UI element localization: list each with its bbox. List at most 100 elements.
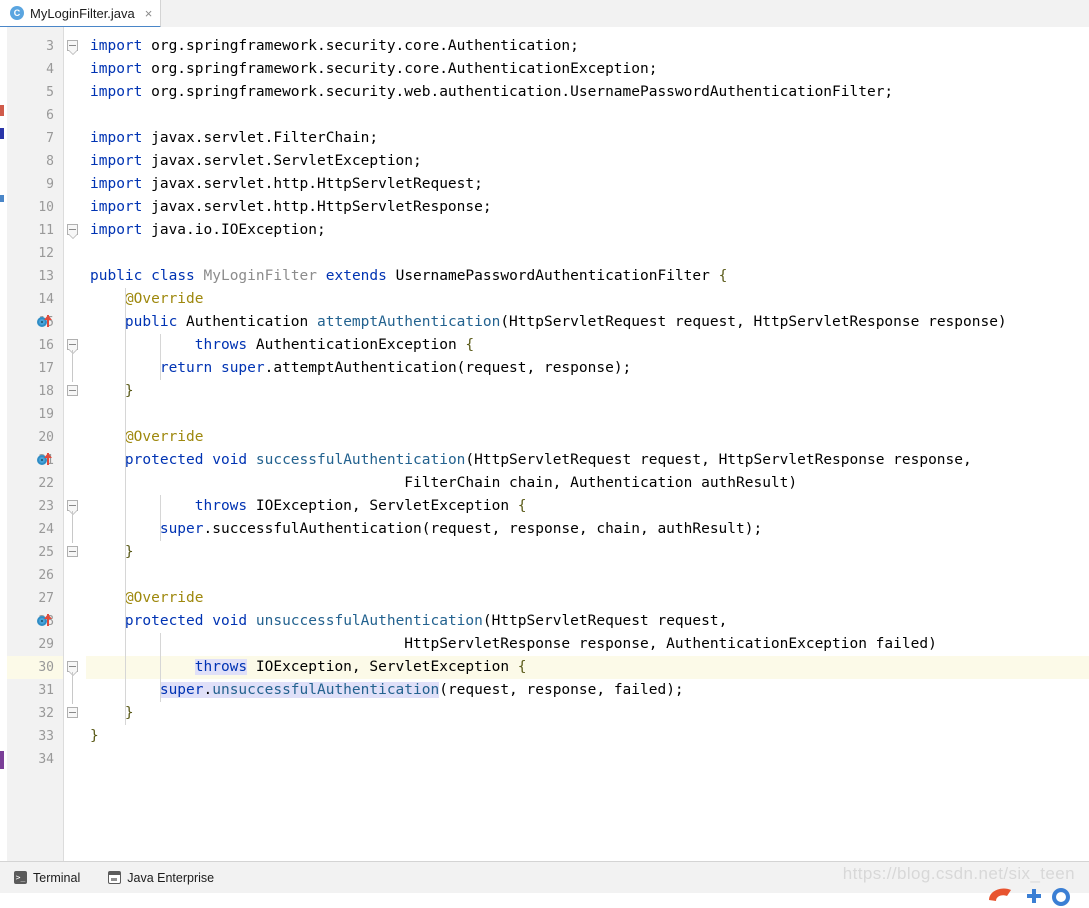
code-line[interactable]: import org.springframework.security.core… bbox=[86, 35, 1089, 58]
code-line[interactable]: protected void unsuccessfulAuthenticatio… bbox=[86, 610, 1089, 633]
code-token: unsuccessfulAuthentication bbox=[255, 613, 483, 629]
code-line[interactable]: } bbox=[86, 380, 1089, 403]
code-token: void bbox=[212, 613, 248, 629]
code-line[interactable]: HttpServletResponse response, Authentica… bbox=[86, 633, 1089, 656]
code-line[interactable]: } bbox=[86, 725, 1089, 748]
code-line[interactable] bbox=[86, 748, 1089, 771]
line-number: 26 bbox=[38, 568, 54, 583]
code-token: { bbox=[517, 659, 527, 675]
code-line[interactable]: import org.springframework.security.web.… bbox=[86, 81, 1089, 104]
code-token: super bbox=[159, 521, 204, 537]
code-line[interactable] bbox=[86, 403, 1089, 426]
fold-start-icon[interactable] bbox=[67, 40, 80, 55]
fold-connector-line bbox=[72, 511, 73, 543]
code-line[interactable]: @Override bbox=[86, 587, 1089, 610]
code-line[interactable]: @Override bbox=[86, 426, 1089, 449]
code-line[interactable]: public Authentication attemptAuthenticat… bbox=[86, 311, 1089, 334]
code-token: } bbox=[124, 383, 134, 399]
code-line[interactable]: import javax.servlet.http.HttpServletReq… bbox=[86, 173, 1089, 196]
line-number: 30 bbox=[7, 656, 63, 679]
code-text-area[interactable]: import org.springframework.security.core… bbox=[86, 27, 1089, 861]
line-number: 18 bbox=[38, 384, 54, 399]
vcs-mark-added-2 bbox=[0, 195, 4, 202]
code-line[interactable]: import javax.servlet.FilterChain; bbox=[86, 127, 1089, 150]
code-line[interactable]: @Override bbox=[86, 288, 1089, 311]
line-number: 34 bbox=[38, 752, 54, 767]
code-line[interactable]: import javax.servlet.ServletException; bbox=[86, 150, 1089, 173]
line-number: 24 bbox=[38, 522, 54, 537]
line-number: 22 bbox=[38, 476, 54, 491]
code-line[interactable] bbox=[86, 242, 1089, 265]
line-number: 20 bbox=[38, 430, 54, 445]
code-token: import bbox=[90, 84, 143, 100]
indent-guide bbox=[159, 334, 161, 380]
class-icon: C bbox=[10, 6, 24, 20]
close-icon[interactable]: × bbox=[145, 7, 153, 20]
fold-start-icon[interactable] bbox=[67, 661, 80, 676]
editor-tab-myloginfilter[interactable]: C MyLoginFilter.java × bbox=[0, 0, 162, 28]
vcs-mark-added bbox=[0, 128, 4, 139]
line-number-gutter[interactable]: 3456789101112131415161718192021222324252… bbox=[7, 27, 64, 861]
vcs-change-strip[interactable] bbox=[0, 27, 7, 861]
code-line[interactable]: } bbox=[86, 702, 1089, 725]
code-line[interactable]: protected void successfulAuthentication(… bbox=[86, 449, 1089, 472]
code-line[interactable] bbox=[86, 104, 1089, 127]
fold-end-icon[interactable] bbox=[67, 385, 80, 398]
code-line[interactable]: public class MyLoginFilter extends Usern… bbox=[86, 265, 1089, 288]
code-line[interactable] bbox=[86, 564, 1089, 587]
code-line[interactable]: super.unsuccessfulAuthentication(request… bbox=[86, 679, 1089, 702]
code-token: import bbox=[90, 176, 143, 192]
code-token: javax.servlet.FilterChain; bbox=[142, 130, 379, 146]
code-line[interactable]: import javax.servlet.http.HttpServletRes… bbox=[86, 196, 1089, 219]
override-method-icon[interactable] bbox=[37, 315, 55, 329]
code-token: IOException, ServletException bbox=[247, 498, 518, 514]
override-method-icon[interactable] bbox=[37, 453, 55, 467]
code-editor[interactable]: 3456789101112131415161718192021222324252… bbox=[0, 27, 1089, 861]
code-line[interactable]: return super.attemptAuthentication(reque… bbox=[86, 357, 1089, 380]
code-token: .attemptAuthentication(request, response… bbox=[264, 360, 632, 376]
fold-end-icon[interactable] bbox=[67, 707, 80, 720]
code-folding-gutter[interactable] bbox=[64, 27, 86, 861]
fold-end-icon[interactable] bbox=[67, 546, 80, 559]
line-number: 4 bbox=[46, 62, 54, 77]
line-number: 5 bbox=[46, 85, 54, 100]
override-method-icon[interactable] bbox=[37, 614, 55, 628]
code-token: { bbox=[718, 268, 728, 284]
status-item-java-enterprise[interactable]: Java Enterprise bbox=[108, 871, 214, 885]
fold-start-icon[interactable] bbox=[67, 500, 80, 515]
code-line[interactable]: throws AuthenticationException { bbox=[86, 334, 1089, 357]
code-line[interactable]: } bbox=[86, 541, 1089, 564]
fold-start-icon[interactable] bbox=[67, 224, 80, 239]
status-item-terminal-label: Terminal bbox=[33, 870, 81, 885]
code-line[interactable]: throws IOException, ServletException { bbox=[86, 495, 1089, 518]
status-item-terminal[interactable]: >_ Terminal bbox=[14, 871, 80, 885]
code-line[interactable]: FilterChain chain, Authentication authRe… bbox=[86, 472, 1089, 495]
vcs-mark-modified bbox=[0, 105, 4, 116]
code-line[interactable]: super.successfulAuthentication(request, … bbox=[86, 518, 1089, 541]
code-token: javax.servlet.http.HttpServletRequest; bbox=[142, 176, 483, 192]
code-token: Authentication bbox=[177, 314, 317, 330]
code-token: (HttpServletRequest request, bbox=[482, 613, 728, 629]
code-token: @Override bbox=[124, 291, 204, 307]
code-token: HttpServletResponse response, Authentica… bbox=[404, 636, 937, 652]
code-line[interactable]: import org.springframework.security.core… bbox=[86, 58, 1089, 81]
code-token: super bbox=[220, 360, 265, 376]
line-number: 3 bbox=[46, 39, 54, 54]
code-token: void bbox=[212, 452, 248, 468]
code-token: protected bbox=[124, 452, 204, 468]
status-bar: >_ Terminal Java Enterprise bbox=[0, 861, 1089, 893]
code-token: attemptAuthentication bbox=[317, 314, 501, 330]
code-line[interactable]: throws IOException, ServletException { bbox=[86, 656, 1089, 679]
fold-start-icon[interactable] bbox=[67, 339, 80, 354]
code-line[interactable]: import java.io.IOException; bbox=[86, 219, 1089, 242]
code-token: successfulAuthentication bbox=[255, 452, 466, 468]
